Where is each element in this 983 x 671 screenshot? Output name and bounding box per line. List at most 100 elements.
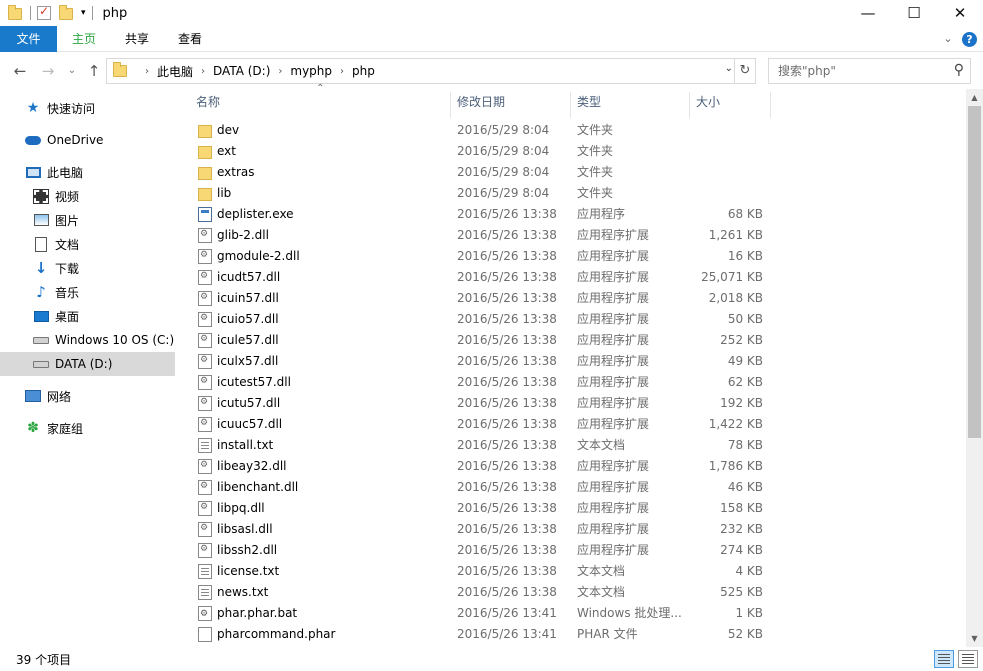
customize-toolbar-caret[interactable]: ▾ <box>81 8 86 18</box>
file-name: license.txt <box>217 564 280 578</box>
file-type: 文件夹 <box>577 144 614 158</box>
file-row[interactable]: gmodule-2.dll 2016/5/26 13:38 应用程序扩展 16 KB <box>180 246 966 267</box>
quick-access-toolbar: ▾ php <box>0 0 127 26</box>
file-row[interactable]: lib 2016/5/29 8:04 文件夹 <box>180 183 966 204</box>
column-header-name[interactable]: 名称 <box>190 89 450 115</box>
file-row[interactable]: icuin57.dll 2016/5/26 13:38 应用程序扩展 2,018 KB <box>180 288 966 309</box>
breadcrumb-chevron-icon[interactable]: › <box>145 66 149 77</box>
file-row[interactable]: icuio57.dll 2016/5/26 13:38 应用程序扩展 50 KB <box>180 309 966 330</box>
sidebar-item-network[interactable]: 网络 <box>0 384 175 408</box>
sidebar-item-drive-d[interactable]: DATA (D:) <box>0 352 175 376</box>
dll-file-icon <box>198 543 212 558</box>
file-type: 文件夹 <box>577 123 614 137</box>
search-box[interactable]: ⚲ <box>768 58 971 84</box>
title-bar: ▾ php — ☐ ✕ <box>0 0 983 26</box>
breadcrumb-chevron-icon[interactable]: › <box>278 66 282 77</box>
tab-view[interactable]: 查看 <box>170 26 210 52</box>
file-row[interactable]: icutest57.dll 2016/5/26 13:38 应用程序扩展 62 KB <box>180 372 966 393</box>
recent-locations-chevron-icon[interactable]: ⌄ <box>62 61 82 81</box>
file-date: 2016/5/26 13:41 <box>457 627 557 641</box>
file-row[interactable]: license.txt 2016/5/26 13:38 文本文档 4 KB <box>180 561 966 582</box>
tab-home[interactable]: 主页 <box>64 26 104 52</box>
sidebar-item-desktop[interactable]: 桌面 <box>0 304 175 328</box>
file-row[interactable]: icule57.dll 2016/5/26 13:38 应用程序扩展 252 KB <box>180 330 966 351</box>
tab-file[interactable]: 文件 <box>0 26 57 52</box>
sidebar-item-music[interactable]: ♪ 音乐 <box>0 280 175 304</box>
expand-ribbon-chevron-icon[interactable]: ⌄ <box>939 30 957 48</box>
new-folder-icon[interactable] <box>59 5 75 21</box>
music-icon: ♪ <box>36 283 46 301</box>
sidebar-item-onedrive[interactable]: OneDrive <box>0 128 175 152</box>
file-row[interactable]: extras 2016/5/29 8:04 文件夹 <box>180 162 966 183</box>
vertical-scrollbar[interactable]: ▲ ▼ <box>966 89 983 647</box>
file-name: gmodule-2.dll <box>217 249 300 263</box>
dll-file-icon <box>198 375 212 390</box>
refresh-button[interactable]: ↻ <box>734 59 755 83</box>
sidebar-item-videos[interactable]: 视频 <box>0 184 175 208</box>
address-history-chevron-icon[interactable]: ⌄ <box>725 63 733 74</box>
file-type: 应用程序扩展 <box>577 480 650 494</box>
maximize-button[interactable]: ☐ <box>891 0 937 26</box>
file-row[interactable]: icudt57.dll 2016/5/26 13:38 应用程序扩展 25,071 K… <box>180 267 966 288</box>
large-icons-view-button[interactable] <box>958 650 978 668</box>
properties-check-icon[interactable] <box>37 4 53 21</box>
breadcrumb-chevron-icon[interactable]: › <box>201 66 205 77</box>
sidebar-item-pictures[interactable]: 图片 <box>0 208 175 232</box>
file-name: extras <box>217 165 255 179</box>
sidebar-item-this-pc[interactable]: 此电脑 <box>0 160 175 184</box>
tab-share[interactable]: 共享 <box>117 26 157 52</box>
file-date: 2016/5/29 8:04 <box>457 123 550 137</box>
breadcrumb-this-pc[interactable]: 此电脑 <box>157 63 193 80</box>
homegroup-icon: ✽ <box>27 420 39 436</box>
breadcrumb-myphp[interactable]: myphp <box>290 64 332 78</box>
file-row[interactable]: ext 2016/5/29 8:04 文件夹 <box>180 141 966 162</box>
breadcrumb-chevron-icon[interactable]: › <box>340 66 344 77</box>
forward-button[interactable]: → <box>38 61 58 81</box>
file-row[interactable]: iculx57.dll 2016/5/26 13:38 应用程序扩展 49 KB <box>180 351 966 372</box>
search-input[interactable] <box>769 59 939 83</box>
column-header-size[interactable]: 大小 <box>690 89 770 115</box>
file-row[interactable]: install.txt 2016/5/26 13:38 文本文档 78 KB <box>180 435 966 456</box>
dll-file-icon <box>198 459 212 474</box>
sidebar-item-label: 快速访问 <box>47 101 96 116</box>
file-row[interactable]: libssh2.dll 2016/5/26 13:38 应用程序扩展 274 KB <box>180 540 966 561</box>
sidebar-item-homegroup[interactable]: ✽ 家庭组 <box>0 416 175 440</box>
column-header-date[interactable]: 修改日期 <box>451 89 569 115</box>
file-row[interactable]: dev 2016/5/29 8:04 文件夹 <box>180 120 966 141</box>
sidebar-item-drive-c[interactable]: Windows 10 OS (C:) <box>0 328 175 352</box>
file-row[interactable]: news.txt 2016/5/26 13:38 文本文档 525 KB <box>180 582 966 603</box>
file-name: iculx57.dll <box>217 354 279 368</box>
up-button[interactable]: ↑ <box>84 61 104 81</box>
file-type: 应用程序扩展 <box>577 228 650 242</box>
back-button[interactable]: ← <box>10 61 30 81</box>
scrollbar-thumb[interactable] <box>968 106 981 438</box>
details-view-button[interactable] <box>934 650 954 668</box>
file-row[interactable]: icutu57.dll 2016/5/26 13:38 应用程序扩展 192 KB <box>180 393 966 414</box>
breadcrumb-php[interactable]: php <box>352 64 375 78</box>
file-row[interactable]: glib-2.dll 2016/5/26 13:38 应用程序扩展 1,261 KB <box>180 225 966 246</box>
breadcrumb-data-drive[interactable]: DATA (D:) <box>213 64 270 78</box>
address-bar[interactable]: › 此电脑 › DATA (D:) › myphp › php ⌄ ↻ <box>106 58 756 84</box>
file-row[interactable]: pharcommand.phar 2016/5/26 13:41 PHAR 文件 52… <box>180 624 966 645</box>
file-type: 文本文档 <box>577 585 626 599</box>
file-row[interactable]: libeay32.dll 2016/5/26 13:38 应用程序扩展 1,786 K… <box>180 456 966 477</box>
sidebar-item-downloads[interactable]: ↓ 下载 <box>0 256 175 280</box>
file-size: 1 KB <box>735 606 763 620</box>
file-row[interactable]: icuuc57.dll 2016/5/26 13:38 应用程序扩展 1,422 KB <box>180 414 966 435</box>
minimize-button[interactable]: — <box>845 0 891 26</box>
scroll-up-arrow-icon[interactable]: ▲ <box>966 89 983 106</box>
close-button[interactable]: ✕ <box>937 0 983 26</box>
file-row[interactable]: libpq.dll 2016/5/26 13:38 应用程序扩展 158 KB <box>180 498 966 519</box>
file-row[interactable]: libsasl.dll 2016/5/26 13:38 应用程序扩展 232 KB <box>180 519 966 540</box>
file-row[interactable]: libenchant.dll 2016/5/26 13:38 应用程序扩展 46 KB <box>180 477 966 498</box>
search-icon[interactable]: ⚲ <box>954 62 964 78</box>
sidebar-item-documents[interactable]: 文档 <box>0 232 175 256</box>
file-row[interactable]: phar.phar.bat 2016/5/26 13:41 Windows 批处理.… <box>180 603 966 624</box>
scroll-down-arrow-icon[interactable]: ▼ <box>966 630 983 647</box>
help-icon[interactable]: ? <box>962 32 977 47</box>
sidebar-item-quick-access[interactable]: ★ 快速访问 <box>0 96 175 120</box>
column-header-type[interactable]: 类型 <box>571 89 689 115</box>
file-row[interactable]: deplister.exe 2016/5/26 13:38 应用程序 68 KB <box>180 204 966 225</box>
file-type: 应用程序扩展 <box>577 312 650 326</box>
column-divider[interactable] <box>770 92 771 118</box>
